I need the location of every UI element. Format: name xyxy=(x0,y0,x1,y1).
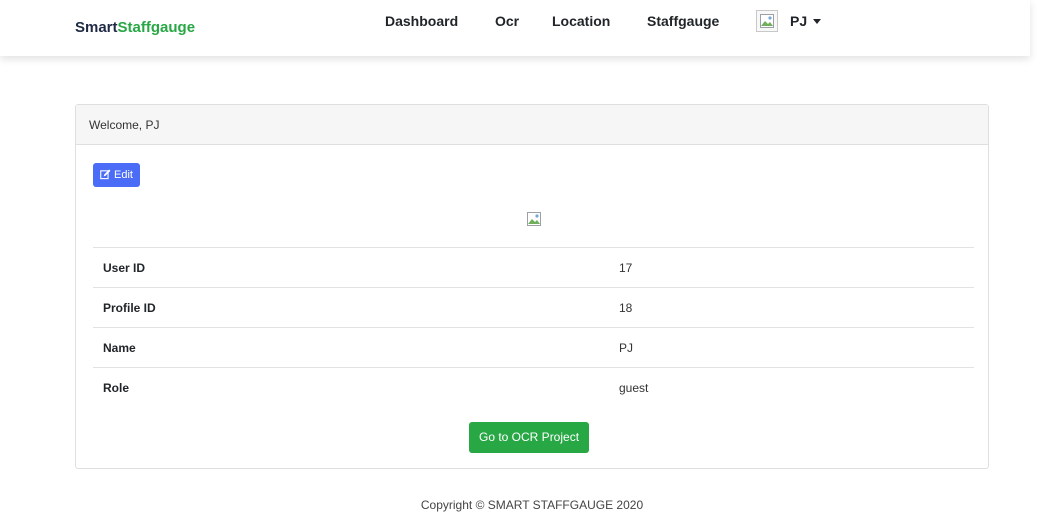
nav-link-location[interactable]: Location xyxy=(552,13,610,29)
row-value-user-id: 17 xyxy=(609,247,974,288)
go-to-ocr-project-button[interactable]: Go to OCR Project xyxy=(469,422,590,453)
caret-down-icon xyxy=(813,19,822,24)
row-label-user-id: User ID xyxy=(93,247,609,288)
user-menu-toggle[interactable]: PJ xyxy=(790,13,822,29)
user-menu-name: PJ xyxy=(790,13,808,29)
row-value-profile-id: 18 xyxy=(609,287,974,328)
row-label-profile-id: Profile ID xyxy=(93,287,609,328)
table-row: Role guest xyxy=(93,367,974,408)
broken-image-icon xyxy=(760,14,774,28)
row-label-role: Role xyxy=(93,367,609,408)
card-header-welcome: Welcome, PJ xyxy=(76,105,988,145)
edit-button-label: Edit xyxy=(114,169,133,181)
edit-button[interactable]: Edit xyxy=(93,163,140,187)
edit-icon xyxy=(100,169,111,180)
row-value-name: PJ xyxy=(609,327,974,368)
nav-link-staffgauge[interactable]: Staffgauge xyxy=(647,13,719,29)
table-row: User ID 17 xyxy=(93,247,974,288)
brand-text-smart: Smart xyxy=(75,19,118,36)
table-row: Profile ID 18 xyxy=(93,287,974,328)
brand-text-staffgauge: Staffgauge xyxy=(117,19,196,36)
table-row: Name PJ xyxy=(93,327,974,368)
profile-card: Welcome, PJ Edit User ID 17 Profile ID 1… xyxy=(75,104,989,469)
brand-logo[interactable]: SmartStaffgauge xyxy=(75,19,195,36)
broken-image-icon xyxy=(527,212,541,226)
nav-link-ocr[interactable]: Ocr xyxy=(495,13,519,29)
user-avatar[interactable] xyxy=(756,10,778,32)
nav-link-dashboard[interactable]: Dashboard xyxy=(385,13,458,29)
row-value-role: guest xyxy=(609,367,974,408)
row-label-name: Name xyxy=(93,327,609,368)
navbar: SmartStaffgauge Dashboard Ocr Location S… xyxy=(0,0,1030,56)
profile-info-table: User ID 17 Profile ID 18 Name PJ Role gu… xyxy=(93,247,974,408)
